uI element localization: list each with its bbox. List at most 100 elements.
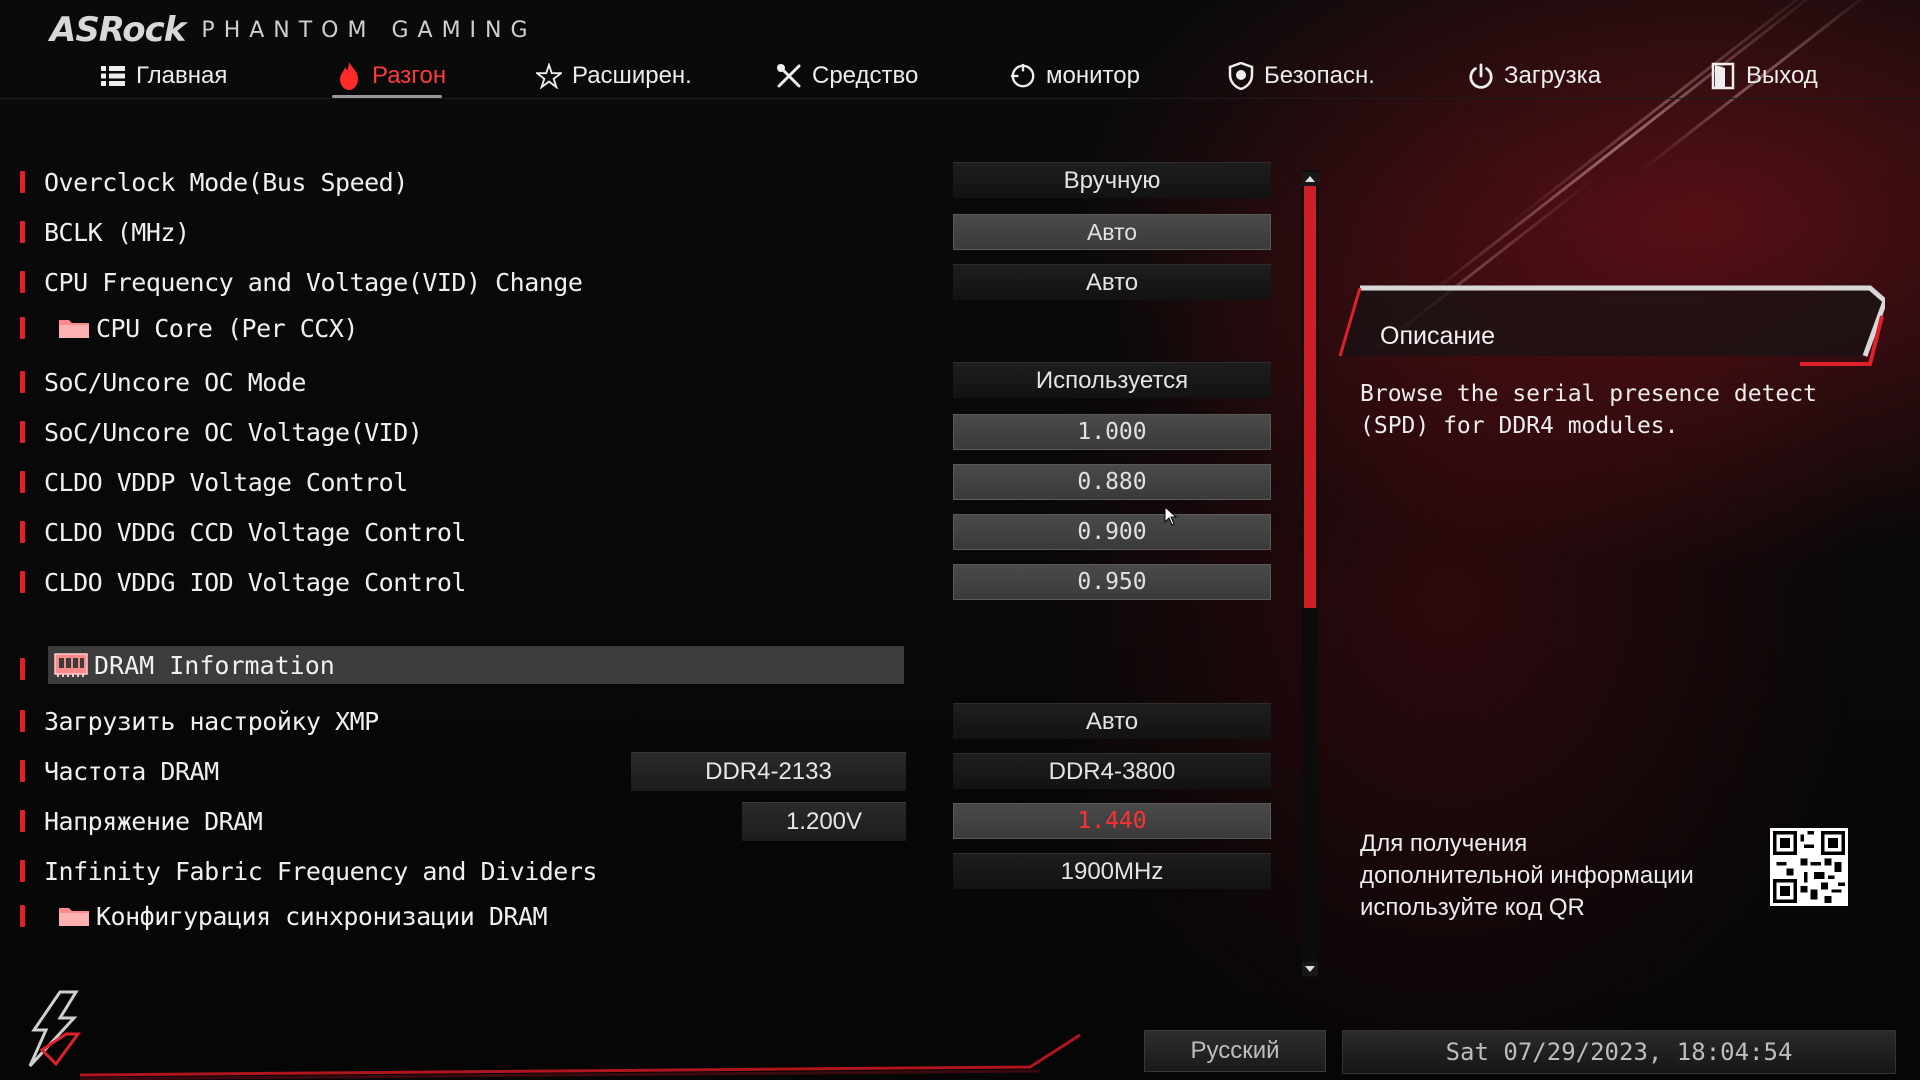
setting-label: Напряжение DRAM xyxy=(44,806,263,836)
row-marker xyxy=(20,571,25,593)
mouse-cursor-icon xyxy=(1164,505,1178,530)
setting-infinity-fabric[interactable]: Infinity Fabric Frequency and Dividers xyxy=(20,854,597,888)
section-label: DRAM Information xyxy=(94,650,335,680)
qr-info-text: Для получения дополнительной информации … xyxy=(1360,830,1694,921)
setting-label: CLDO VDDP Voltage Control xyxy=(44,467,408,497)
tab-label: Выход xyxy=(1746,62,1818,89)
row-marker xyxy=(20,171,25,193)
cpu-freq-voltage-value[interactable]: Авто xyxy=(953,264,1271,300)
bclk-value[interactable]: Авто xyxy=(953,214,1271,250)
row-marker xyxy=(20,905,25,927)
setting-label: CPU Frequency and Voltage(VID) Change xyxy=(44,267,583,297)
row-marker xyxy=(20,860,25,882)
row-marker xyxy=(20,317,25,339)
tab-main[interactable]: Главная xyxy=(100,58,227,94)
setting-dram-voltage[interactable]: Напряжение DRAM xyxy=(20,804,263,838)
tab-label: Главная xyxy=(136,62,228,89)
dram-voltage-value[interactable]: 1.440 xyxy=(953,803,1271,839)
tab-label: Средство xyxy=(812,62,919,89)
setting-label: Конфигурация синхронизации DRAM xyxy=(96,901,548,931)
setting-label: Infinity Fabric Frequency and Dividers xyxy=(44,856,597,886)
dram-voltage-current: 1.200V xyxy=(742,802,906,841)
row-marker xyxy=(20,810,25,832)
tab-label: Разгон xyxy=(372,62,447,89)
footer-accent-line xyxy=(79,1033,1081,1080)
row-marker xyxy=(20,221,25,243)
load-xmp-value[interactable]: Авто xyxy=(953,703,1271,739)
asrock-logo: ASRock xyxy=(50,10,186,50)
cldo-vddg-ccd-value[interactable]: 0.900 xyxy=(953,514,1271,550)
tab-monitor[interactable]: монитор xyxy=(1010,58,1140,94)
dram-frequency-current: DDR4-2133 xyxy=(631,752,906,791)
datetime-display: Sat 07/29/2023, 18:04:54 xyxy=(1342,1030,1896,1074)
tab-advanced[interactable]: Расширен. xyxy=(536,58,692,94)
shield-icon xyxy=(1228,62,1254,90)
dram-section-marker xyxy=(20,652,44,686)
setting-label: CLDO VDDG CCD Voltage Control xyxy=(44,517,467,547)
row-marker xyxy=(20,371,25,393)
scroll-down-icon[interactable] xyxy=(1302,962,1318,976)
setting-overclock-mode[interactable]: Overclock Mode(Bus Speed) xyxy=(20,165,408,199)
main-nav: Главная Разгон Расширен. Средство монито… xyxy=(0,52,1920,99)
cldo-vddg-iod-value[interactable]: 0.950 xyxy=(953,564,1271,600)
submenu-dram-timing[interactable]: Конфигурация синхронизации DRAM xyxy=(20,899,548,933)
description-text: Browse the serial presence detect (SPD) … xyxy=(1360,381,1817,439)
soc-oc-voltage-value[interactable]: 1.000 xyxy=(953,414,1271,450)
setting-label: CPU Core (Per CCX) xyxy=(96,313,358,343)
overclock-mode-value[interactable]: Вручную xyxy=(953,162,1271,198)
setting-label: Overclock Mode(Bus Speed) xyxy=(44,167,408,197)
tab-boot[interactable]: Загрузка xyxy=(1468,58,1601,94)
row-marker xyxy=(20,271,25,293)
crosshair-icon xyxy=(1010,63,1036,89)
brand-subtitle: PHANTOM GAMING xyxy=(201,17,537,43)
power-icon xyxy=(1468,63,1494,89)
infinity-fabric-value[interactable]: 1900MHz xyxy=(953,853,1271,889)
tab-label: Расширен. xyxy=(572,62,692,89)
bg-streak xyxy=(1419,0,1831,303)
tab-label: монитор xyxy=(1046,62,1140,89)
setting-bclk[interactable]: BCLK (MHz) xyxy=(20,215,190,249)
setting-load-xmp[interactable]: Загрузить настройку XMP xyxy=(20,704,379,738)
row-marker xyxy=(20,471,25,493)
flame-icon xyxy=(336,62,362,90)
tab-exit[interactable]: Выход xyxy=(1710,58,1818,94)
setting-cldo-vddg-ccd[interactable]: CLDO VDDG CCD Voltage Control xyxy=(20,515,467,549)
setting-cldo-vddp[interactable]: CLDO VDDP Voltage Control xyxy=(20,465,408,499)
setting-dram-frequency[interactable]: Частота DRAM xyxy=(20,754,219,788)
brand-header: ASRock PHANTOM GAMING xyxy=(50,8,537,52)
setting-soc-oc-voltage[interactable]: SoC/Uncore OC Voltage(VID) xyxy=(20,415,423,449)
star-icon xyxy=(536,63,562,89)
setting-label: BCLK (MHz) xyxy=(44,217,190,247)
scrollbar-thumb[interactable] xyxy=(1304,186,1316,608)
setting-label: SoC/Uncore OC Voltage(VID) xyxy=(44,417,423,447)
tab-security[interactable]: Безопасн. xyxy=(1228,58,1375,94)
phantom-gaming-logo xyxy=(20,990,90,1070)
bios-screen: ASRock PHANTOM GAMING Главная Разгон Рас… xyxy=(0,0,1920,1080)
row-marker xyxy=(20,421,25,443)
language-selector[interactable]: Русский xyxy=(1144,1030,1326,1072)
tab-tools[interactable]: Средство xyxy=(776,58,918,94)
row-marker xyxy=(20,658,25,680)
tab-label: Безопасн. xyxy=(1264,62,1375,89)
row-marker xyxy=(20,710,25,732)
exit-door-icon xyxy=(1710,62,1736,90)
setting-label: Загрузить настройку XMP xyxy=(44,706,379,736)
description-frame xyxy=(1338,285,1885,366)
dram-frequency-value[interactable]: DDR4-3800 xyxy=(953,753,1271,789)
submenu-cpu-core[interactable]: CPU Core (Per CCX) xyxy=(20,311,358,345)
cldo-vddp-value[interactable]: 0.880 xyxy=(953,464,1271,500)
memory-module-icon xyxy=(54,652,88,678)
dram-information-header[interactable]: DRAM Information xyxy=(48,646,904,684)
setting-label: CLDO VDDG IOD Voltage Control xyxy=(44,567,467,597)
row-marker xyxy=(20,521,25,543)
setting-cldo-vddg-iod[interactable]: CLDO VDDG IOD Voltage Control xyxy=(20,565,467,599)
setting-cpu-freq-voltage[interactable]: CPU Frequency and Voltage(VID) Change xyxy=(20,265,583,299)
description-title: Описание xyxy=(1380,322,1496,350)
row-marker xyxy=(20,760,25,782)
tools-icon xyxy=(776,63,802,89)
soc-oc-mode-value[interactable]: Используется xyxy=(953,362,1271,398)
tab-label: Загрузка xyxy=(1504,62,1602,89)
scroll-up-icon[interactable] xyxy=(1302,172,1318,186)
tab-overclock[interactable]: Разгон xyxy=(331,58,447,98)
setting-soc-oc-mode[interactable]: SoC/Uncore OC Mode xyxy=(20,365,306,399)
